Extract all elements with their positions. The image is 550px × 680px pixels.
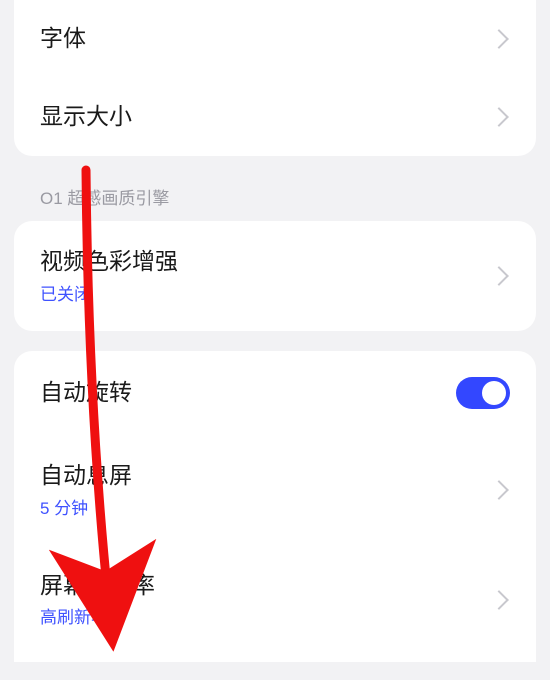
chevron-right-icon [489,590,509,610]
subtitle-video-enhance: 已关闭 [40,280,492,305]
row-body: 视频色彩增强 已关闭 [40,247,492,305]
settings-group-video: 视频色彩增强 已关闭 [14,221,536,331]
title-font: 字体 [40,24,492,54]
row-font[interactable]: 字体 [14,0,536,78]
row-video-color-enhance[interactable]: 视频色彩增强 已关闭 [14,221,536,331]
row-body: 字体 [40,24,492,54]
subtitle-auto-sleep: 5 分钟 [40,494,492,519]
chevron-right-icon [489,107,509,127]
settings-group-screen: 自动旋转 自动息屏 5 分钟 屏幕刷新率 高刷新率 [14,351,536,663]
title-auto-rotate: 自动旋转 [40,378,456,408]
row-body: 显示大小 [40,102,492,132]
chevron-right-icon [489,480,509,500]
settings-group-display: 字体 显示大小 [14,0,536,156]
chevron-right-icon [489,266,509,286]
row-auto-sleep[interactable]: 自动息屏 5 分钟 [14,435,536,545]
row-screen-refresh-rate[interactable]: 屏幕刷新率 高刷新率 [14,545,536,655]
title-display-size: 显示大小 [40,102,492,132]
title-auto-sleep: 自动息屏 [40,461,492,491]
toggle-auto-rotate[interactable] [456,377,510,409]
row-auto-rotate[interactable]: 自动旋转 [14,351,536,435]
title-video-enhance: 视频色彩增强 [40,247,492,277]
section-header-o1-engine: O1 超感画质引擎 [0,174,550,221]
row-body: 自动息屏 5 分钟 [40,461,492,519]
row-body: 屏幕刷新率 高刷新率 [40,571,492,629]
toggle-knob [482,381,506,405]
row-display-size[interactable]: 显示大小 [14,78,536,156]
title-refresh-rate: 屏幕刷新率 [40,571,492,601]
subtitle-refresh-rate: 高刷新率 [40,603,492,628]
chevron-right-icon [489,29,509,49]
row-body: 自动旋转 [40,378,456,408]
